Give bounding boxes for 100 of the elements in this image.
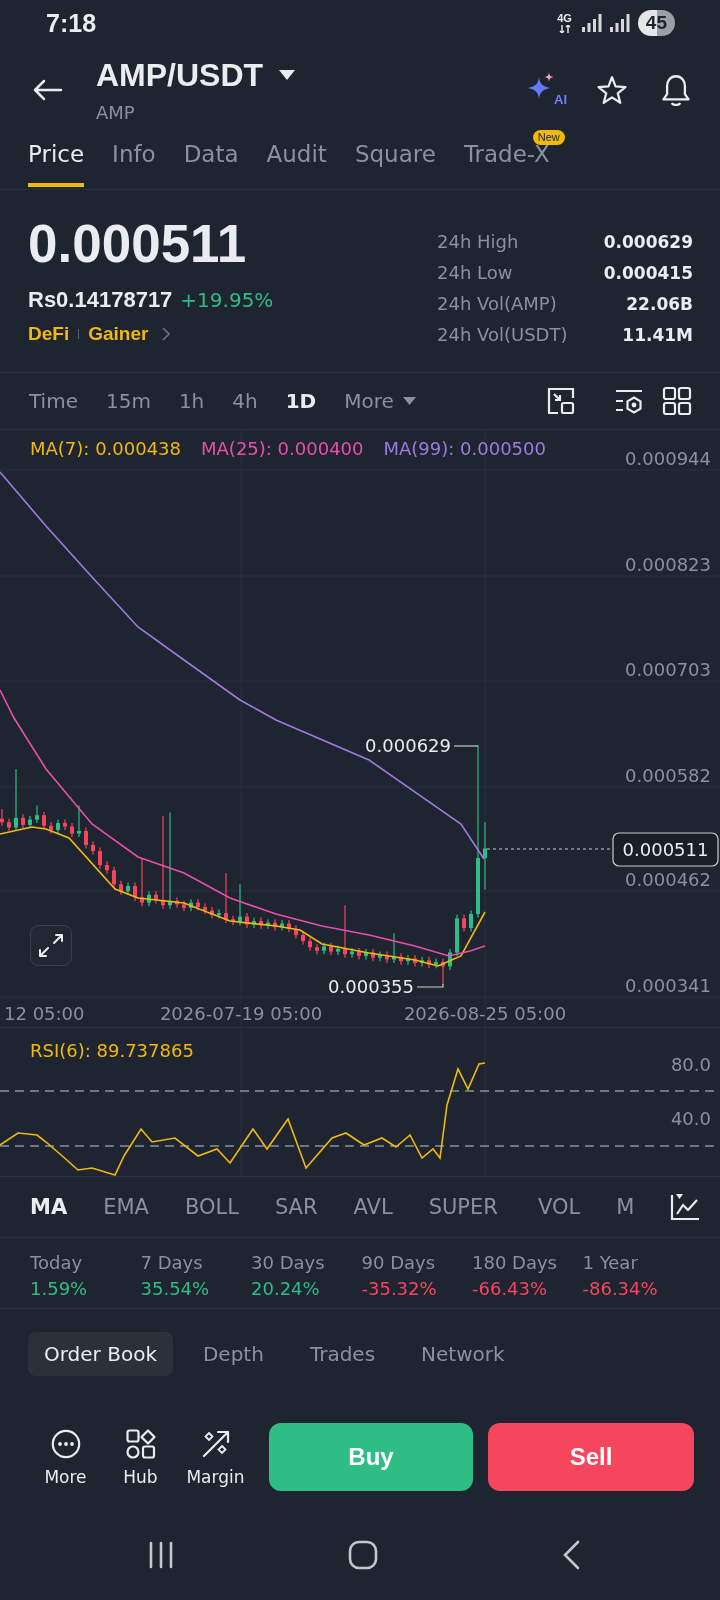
book-tab[interactable]: Network	[405, 1332, 521, 1376]
stat-label: 24h Low	[437, 262, 514, 283]
star-icon[interactable]	[597, 76, 627, 104]
page-tab[interactable]: Square	[354, 130, 436, 187]
page-tab[interactable]: Data	[183, 130, 239, 187]
stat-label: 24h Vol(AMP)	[437, 293, 558, 314]
period-change: 20.24%	[251, 1277, 320, 1301]
resize-icon[interactable]	[546, 386, 576, 416]
interval-option[interactable]: 15m	[105, 387, 151, 415]
page-tab[interactable]: Trade-X New	[463, 130, 565, 187]
period-change: -86.34%	[582, 1277, 658, 1301]
page-tab[interactable]: Price	[28, 130, 85, 187]
page-tab[interactable]: Audit	[266, 130, 327, 187]
home-icon[interactable]	[348, 1540, 378, 1570]
book-tab[interactable]: Depth	[186, 1332, 280, 1376]
period-change: -66.43%	[472, 1277, 548, 1301]
price-axis-label: 0.000462	[625, 869, 711, 890]
indicator-tab[interactable]: M	[616, 1193, 635, 1221]
arrow-diamonds-icon	[200, 1429, 231, 1459]
more-icon	[50, 1429, 81, 1459]
period-label: Today	[30, 1251, 83, 1275]
ai-button[interactable]: AI	[527, 72, 571, 108]
indicator-tab[interactable]: AVL	[353, 1193, 393, 1221]
data-arrows-icon	[558, 25, 571, 33]
period-change: 35.54%	[140, 1277, 210, 1301]
tag-link[interactable]: Gainer	[88, 320, 149, 348]
period-label: 180 Days	[472, 1251, 557, 1275]
network-type: 4G	[557, 13, 572, 24]
stat-value: 11.41M	[621, 324, 693, 345]
date-axis-label: 2026-07-19 05:00	[159, 1003, 323, 1024]
date-axis-label: 12 05:00	[4, 1003, 85, 1024]
chevron-icon[interactable]	[162, 327, 171, 341]
recent-apps-icon[interactable]	[148, 1541, 174, 1569]
action-button[interactable]: More	[28, 1423, 103, 1491]
indicator-tab[interactable]: MA	[30, 1193, 68, 1221]
pair-title[interactable]: AMP/USDT	[96, 56, 264, 93]
last-price-tag: 0.000511	[612, 832, 719, 867]
period-label: 30 Days	[251, 1251, 325, 1275]
period-change: -35.32%	[361, 1277, 437, 1301]
date-axis-label: 2026-08-25 05:00	[403, 1003, 567, 1024]
moving-average-legend: MA(7): 0.000438	[30, 438, 181, 460]
caret-icon[interactable]	[279, 69, 296, 80]
battery-indicator: 45	[637, 10, 675, 36]
high-price-label: 0.000629	[365, 735, 451, 756]
indicator-tab[interactable]: SUPER	[428, 1193, 498, 1221]
page-tab[interactable]: Info	[112, 130, 156, 187]
period-label: 90 Days	[361, 1251, 436, 1275]
indicator-tab[interactable]: SAR	[274, 1193, 318, 1221]
book-tab[interactable]: Order Book	[28, 1332, 173, 1376]
leader-line	[453, 745, 479, 747]
rsi-legend: RSI(6): 89.737865	[30, 1040, 194, 1061]
interval-option[interactable]: 1h	[178, 387, 205, 415]
pair-subtitle: AMP	[96, 101, 136, 124]
book-tab[interactable]: Trades	[293, 1332, 392, 1376]
shapes-icon	[125, 1429, 156, 1459]
indicator-tab[interactable]: BOLL	[184, 1193, 239, 1221]
price-axis-label: 0.000582	[625, 765, 711, 786]
price-axis-label: 0.000944	[625, 448, 711, 469]
stat-value: 0.000415	[603, 262, 693, 283]
moving-average-legend: MA(25): 0.000400	[201, 438, 364, 460]
back-icon[interactable]	[562, 1540, 580, 1570]
sell-button[interactable]: Sell	[488, 1423, 694, 1491]
interval-option[interactable]: 1D	[285, 387, 317, 415]
fiat-price: Rs0.14178717	[28, 286, 173, 314]
period-change: 1.59%	[30, 1277, 88, 1301]
price-axis-label: 0.000703	[625, 659, 711, 680]
indicator-tab[interactable]: EMA	[103, 1193, 149, 1221]
new-badge: New	[532, 130, 565, 145]
expand-icon[interactable]	[30, 925, 72, 966]
grid-icon[interactable]	[662, 386, 692, 416]
stat-label: 24h High	[437, 231, 520, 252]
price-axis-label: 0.000341	[625, 975, 711, 996]
period-label: 7 Days	[140, 1251, 203, 1275]
status-time: 7:18	[46, 8, 97, 38]
bell-icon[interactable]	[662, 74, 690, 106]
price-axis-label: 0.000823	[625, 554, 711, 575]
back-arrow-icon[interactable]	[33, 79, 63, 101]
signal-icon	[581, 14, 602, 32]
interval-option[interactable]: Time	[29, 387, 78, 415]
indicator-tab[interactable]: VOL	[537, 1193, 581, 1221]
action-button[interactable]: Margin	[178, 1423, 253, 1491]
stat-value: 22.06B	[625, 293, 693, 314]
period-label: 1 Year	[582, 1251, 638, 1275]
interval-option[interactable]: More	[344, 387, 416, 415]
stat-value: 0.000629	[603, 231, 693, 252]
low-price-label: 0.000355	[328, 976, 414, 997]
sparkle-icon	[527, 72, 554, 100]
stat-label: 24h Vol(USDT)	[437, 324, 569, 345]
action-button[interactable]: Hub	[103, 1423, 178, 1491]
moving-average-legend: MA(99): 0.000500	[383, 438, 546, 460]
last-price: 0.000511	[28, 214, 247, 274]
price-change: +19.95%	[180, 287, 274, 314]
tag-link[interactable]: DeFi	[28, 320, 70, 348]
signal-icon	[609, 14, 630, 32]
rsi-axis-label: 40.0	[670, 1108, 711, 1129]
line-chart-icon[interactable]	[670, 1193, 701, 1221]
interval-option[interactable]: 4h	[232, 387, 258, 415]
leader-line	[416, 983, 444, 988]
rsi-axis-label: 80.0	[670, 1054, 711, 1075]
caret-icon	[402, 397, 416, 405]
